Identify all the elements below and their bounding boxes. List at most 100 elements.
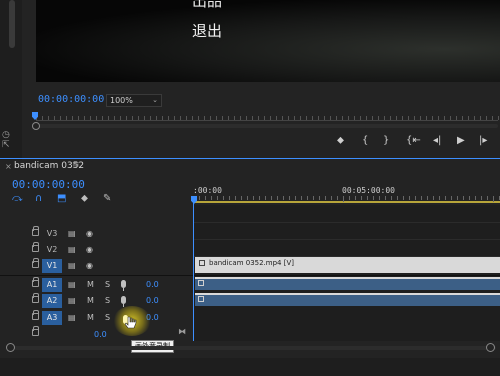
ruler-tick (270, 116, 271, 120)
track-volume[interactable]: 0.0 (146, 294, 159, 308)
lock-icon[interactable] (32, 277, 39, 287)
track-area[interactable] (193, 205, 500, 341)
lock-icon[interactable] (32, 242, 39, 252)
ruler-tick (48, 116, 49, 120)
solo-button[interactable]: S (105, 295, 110, 307)
ruler-tick (223, 196, 224, 200)
ruler-tick (313, 196, 314, 200)
ruler-tick (366, 116, 367, 120)
ruler-tick (379, 196, 380, 200)
ruler-tick (367, 196, 368, 200)
video-clip[interactable]: bandicam 0352.mp4 [V] (195, 257, 500, 273)
monitor-zoom-scrollbar[interactable] (36, 124, 498, 128)
timeline-scroll-handle-right[interactable] (486, 343, 495, 352)
audio-clip-a1[interactable] (195, 277, 500, 290)
ruler-tick (487, 196, 488, 200)
microphone-icon[interactable] (121, 296, 126, 307)
mark-out-button[interactable]: } (383, 134, 389, 148)
left-panel-scrollbar[interactable] (9, 0, 15, 48)
timeline-ruler[interactable] (193, 196, 500, 204)
timeline-timecode[interactable]: 00:00:00:00 (12, 178, 85, 191)
lock-icon[interactable] (32, 310, 39, 320)
ruler-tick (391, 196, 392, 200)
snap-icon[interactable]: ∩ (35, 193, 42, 204)
sync-lock-icon[interactable]: ▤ (68, 228, 76, 240)
insert-sequence-icon[interactable]: ⤼ (12, 193, 23, 204)
zoom-select[interactable]: 100% ⌄ (106, 94, 162, 107)
add-marker-button[interactable]: ⬥ (337, 134, 344, 148)
marker-icon: ⬥ (337, 135, 344, 146)
track-name[interactable]: V2 (42, 243, 62, 257)
wrench-icon[interactable]: ✎ (103, 193, 111, 204)
track-volume[interactable]: 0.0 (146, 278, 159, 292)
ruler-tick (343, 196, 344, 202)
add-marker-icon[interactable]: ⬥ (81, 193, 88, 204)
audio-clip-a2[interactable] (195, 293, 500, 306)
timeline-time-label-mid: 00:05:00:00 (342, 186, 395, 195)
step-forward-button[interactable]: |▸ (479, 134, 487, 148)
ruler-tick (240, 116, 241, 120)
ruler-tick (433, 196, 434, 200)
mute-button[interactable]: M (87, 295, 94, 307)
mute-button[interactable]: M (87, 279, 94, 291)
lock-icon[interactable] (32, 326, 39, 336)
track-name[interactable]: A2 (42, 294, 62, 308)
track-name[interactable]: V3 (42, 227, 62, 241)
lock-icon[interactable] (32, 258, 39, 268)
ruler-tick (295, 196, 296, 200)
sync-lock-icon[interactable]: ▤ (68, 244, 76, 256)
ruler-tick (348, 116, 349, 120)
ruler-tick (265, 196, 266, 200)
play-button[interactable]: ▶ (457, 134, 465, 148)
eye-icon[interactable]: ◉ (86, 244, 93, 256)
mark-in-button[interactable]: { (362, 134, 368, 148)
monitor-timecode[interactable]: 00:00:00:00 (38, 94, 104, 105)
work-area-bar[interactable] (193, 201, 500, 203)
timeline-scroll-handle-left[interactable] (6, 343, 15, 352)
track-name[interactable]: V1 (42, 259, 62, 273)
lock-icon[interactable] (32, 293, 39, 303)
zoom-value: 100% (110, 96, 133, 105)
close-icon[interactable]: × (5, 162, 12, 171)
monitor-time-ruler[interactable] (36, 112, 499, 122)
microphone-icon[interactable] (121, 280, 126, 291)
sync-lock-icon[interactable]: ▤ (68, 260, 76, 272)
go-to-in-button[interactable]: {⇤ (406, 134, 421, 148)
mute-button[interactable]: M (87, 312, 94, 324)
eye-icon[interactable]: ◉ (86, 228, 93, 240)
ruler-tick (354, 116, 355, 120)
sync-lock-icon[interactable]: ▤ (68, 312, 76, 324)
linked-selection-icon[interactable]: ⬒ (57, 193, 66, 204)
go-to-end-icon[interactable]: ⧓ (178, 327, 186, 336)
solo-button[interactable]: S (105, 312, 110, 324)
sync-lock-icon[interactable]: ▤ (68, 295, 76, 307)
track-name[interactable]: A3 (42, 311, 62, 325)
monitor-scroll-handle[interactable] (32, 122, 40, 130)
ruler-tick (210, 116, 211, 120)
lock-icon[interactable] (32, 226, 39, 236)
track-name[interactable]: A1 (42, 278, 62, 292)
ruler-tick (468, 116, 469, 120)
ruler-tick (481, 196, 482, 200)
timeline-scrollbar[interactable] (14, 346, 496, 350)
step-back-button[interactable]: ◂| (433, 134, 441, 148)
ruler-tick (469, 196, 470, 200)
clock-icon[interactable]: ◷ (2, 130, 10, 140)
ruler-tick (432, 116, 433, 120)
ruler-tick (126, 116, 127, 120)
track-header-v3: V3 ▤ ◉ (0, 226, 193, 242)
panel-menu-icon[interactable]: ≡ (72, 160, 80, 170)
step-back-icon: ◂| (433, 135, 442, 146)
eye-icon[interactable]: ◉ (86, 260, 93, 272)
ruler-tick (318, 116, 319, 120)
ruler-tick (426, 116, 427, 120)
ruler-tick (96, 116, 97, 120)
export-icon[interactable]: ⇱ (2, 140, 10, 150)
ruler-tick (319, 196, 320, 200)
ruler-tick (330, 116, 331, 120)
solo-button[interactable]: S (105, 279, 110, 291)
mix-volume[interactable]: 0.0 (94, 330, 107, 339)
ruler-tick (373, 196, 374, 200)
ruler-tick (235, 196, 236, 200)
sync-lock-icon[interactable]: ▤ (68, 279, 76, 291)
